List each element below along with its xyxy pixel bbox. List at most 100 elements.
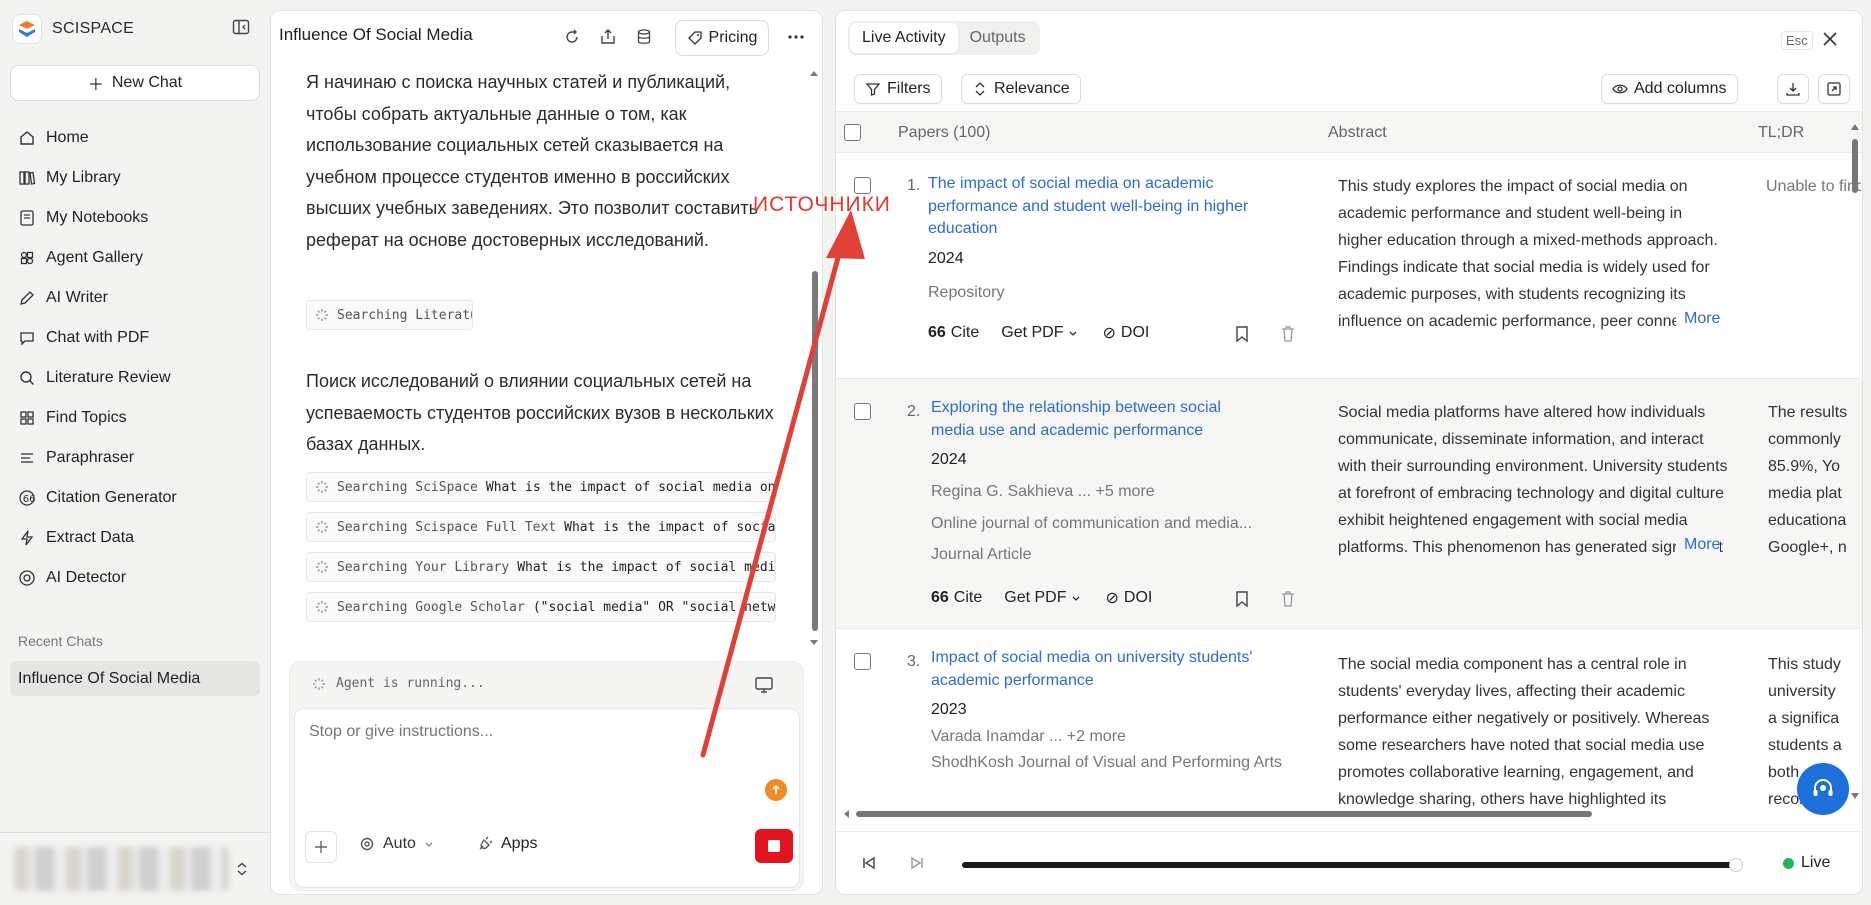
- upload-button[interactable]: [765, 779, 787, 801]
- row-number: 3.: [907, 653, 921, 670]
- paper-tldr: Unable to find: [1766, 178, 1861, 195]
- recent-chat-item[interactable]: Influence Of Social Media: [10, 661, 260, 696]
- sidebar-item-label: AI Detector: [46, 569, 127, 586]
- more-link[interactable]: More: [1676, 536, 1721, 554]
- progress-bar[interactable]: [962, 858, 1743, 872]
- doi-button[interactable]: ⊘ DOI: [1102, 323, 1149, 343]
- pricing-button[interactable]: Pricing: [675, 20, 769, 56]
- search-source: Searching SciSpace: [337, 479, 478, 495]
- link-icon: ⊘: [1105, 590, 1119, 607]
- sidebar-item-extract-data[interactable]: Extract Data: [10, 518, 260, 558]
- get-pdf-button[interactable]: Get PDF: [1001, 324, 1078, 342]
- scroll-up-icon[interactable]: [1851, 123, 1859, 130]
- chat-scrollbar[interactable]: [808, 71, 820, 651]
- mode-selector[interactable]: Auto: [359, 835, 434, 853]
- column-papers[interactable]: Papers (100): [898, 124, 991, 142]
- user-account[interactable]: [14, 845, 254, 895]
- brand[interactable]: SCISPACE: [12, 14, 134, 44]
- scroll-up-icon[interactable]: [809, 69, 819, 77]
- bookmark-icon[interactable]: [1234, 325, 1250, 343]
- get-pdf-label: Get PDF: [1001, 324, 1064, 341]
- agent-status-label: Agent is running...: [336, 676, 485, 691]
- sidebar-item-paraphraser[interactable]: Paraphraser: [10, 438, 260, 478]
- sidebar-item-agent-gallery[interactable]: Agent Gallery: [10, 238, 260, 278]
- table-row: 2. Exploring the relationship between so…: [836, 379, 1862, 629]
- trash-icon[interactable]: [1280, 590, 1296, 608]
- instruction-input-box: Auto Apps: [294, 708, 800, 888]
- arrow-up-icon: [772, 784, 780, 794]
- select-all-checkbox[interactable]: [844, 124, 861, 141]
- progress-knob[interactable]: [1729, 858, 1743, 872]
- table-horizontal-scrollbar[interactable]: [842, 808, 1852, 818]
- tab-outputs[interactable]: Outputs: [958, 23, 1038, 53]
- paper-journal: ShodhKosh Journal of Visual and Performi…: [931, 754, 1283, 771]
- row-checkbox[interactable]: [854, 177, 871, 194]
- instruction-input[interactable]: [309, 723, 779, 783]
- download-button[interactable]: [1777, 74, 1809, 104]
- scroll-left-icon[interactable]: [842, 809, 850, 819]
- scroll-down-icon[interactable]: [1851, 793, 1859, 800]
- table-vertical-scrollbar[interactable]: [1849, 111, 1861, 801]
- gear-icon: [360, 837, 374, 851]
- sidebar-item-home[interactable]: Home: [10, 118, 260, 158]
- sidebar-item-my-notebooks[interactable]: My Notebooks: [10, 198, 260, 238]
- bookmark-icon[interactable]: [1234, 590, 1250, 608]
- new-chat-button[interactable]: ＋ New Chat: [10, 65, 260, 101]
- chevron-down-icon: [1070, 331, 1077, 336]
- sidebar-item-chat-with-pdf[interactable]: Chat with PDF: [10, 318, 260, 358]
- row-checkbox[interactable]: [854, 403, 871, 420]
- more-options-icon[interactable]: [785, 28, 807, 46]
- column-tldr[interactable]: TL;DR: [1758, 124, 1804, 142]
- monitor-icon[interactable]: [754, 676, 774, 694]
- help-chat-button[interactable]: [1797, 763, 1849, 815]
- paper-title[interactable]: Impact of social media on university stu…: [931, 647, 1261, 692]
- sidebar-item-ai-detector[interactable]: AI Detector: [10, 558, 260, 598]
- skip-back-icon[interactable]: [860, 854, 878, 872]
- headset-icon: [1813, 779, 1833, 796]
- paper-year: 2023: [931, 701, 967, 718]
- eye-icon: [1612, 84, 1628, 94]
- sidebar-item-ai-writer[interactable]: AI Writer: [10, 278, 260, 318]
- apps-button[interactable]: Apps: [477, 835, 537, 853]
- tab-live-activity[interactable]: Live Activity: [850, 23, 958, 53]
- expand-button[interactable]: [1818, 74, 1850, 104]
- close-icon[interactable]: [1820, 29, 1840, 49]
- skip-forward-icon[interactable]: [908, 854, 926, 872]
- sidebar-item-literature-review[interactable]: Literature Review: [10, 358, 260, 398]
- home-icon: [20, 131, 34, 145]
- paper-title[interactable]: The impact of social media on academic p…: [928, 173, 1258, 241]
- scrollbar-thumb[interactable]: [1852, 139, 1858, 193]
- spinner-icon: [316, 521, 328, 533]
- sidebar-item-my-library[interactable]: My Library: [10, 158, 260, 198]
- paper-type: Journal Article: [931, 546, 1032, 563]
- sidebar-item-label: Paraphraser: [46, 449, 135, 466]
- database-icon[interactable]: [635, 28, 653, 46]
- doi-button[interactable]: ⊘ DOI: [1105, 588, 1152, 608]
- search-icon: [20, 371, 34, 385]
- column-abstract[interactable]: Abstract: [1328, 124, 1387, 142]
- sidebar-item-find-topics[interactable]: Find Topics: [10, 398, 260, 438]
- sidebar-item-citation-generator[interactable]: 66 Citation Generator: [10, 478, 260, 518]
- paper-journal: Online journal of communication and medi…: [931, 515, 1253, 532]
- share-icon[interactable]: [599, 28, 617, 46]
- attach-button[interactable]: [305, 831, 337, 863]
- cite-button[interactable]: 66 Cite: [928, 324, 979, 342]
- cite-button[interactable]: 66 Cite: [931, 589, 982, 607]
- live-indicator[interactable]: Live: [1783, 854, 1830, 872]
- trash-icon[interactable]: [1280, 325, 1296, 343]
- filters-button[interactable]: Filters: [854, 74, 942, 104]
- search-chip-scispace-full-text: Searching Scispace Full Text What is the…: [306, 512, 776, 542]
- get-pdf-button[interactable]: Get PDF: [1004, 589, 1081, 607]
- scrollbar-thumb[interactable]: [812, 271, 818, 631]
- refresh-icon[interactable]: [563, 28, 581, 46]
- relevance-button[interactable]: Relevance: [961, 74, 1081, 104]
- paper-title[interactable]: Exploring the relationship between socia…: [931, 397, 1261, 442]
- scrollbar-thumb[interactable]: [856, 811, 1592, 817]
- sidebar-toggle-icon[interactable]: [232, 18, 250, 36]
- stop-button[interactable]: [755, 829, 793, 863]
- scroll-down-icon[interactable]: [809, 639, 819, 647]
- activity-player: Live: [836, 831, 1862, 894]
- add-columns-button[interactable]: Add columns: [1601, 74, 1738, 104]
- more-link[interactable]: More: [1676, 310, 1721, 328]
- row-checkbox[interactable]: [854, 653, 871, 670]
